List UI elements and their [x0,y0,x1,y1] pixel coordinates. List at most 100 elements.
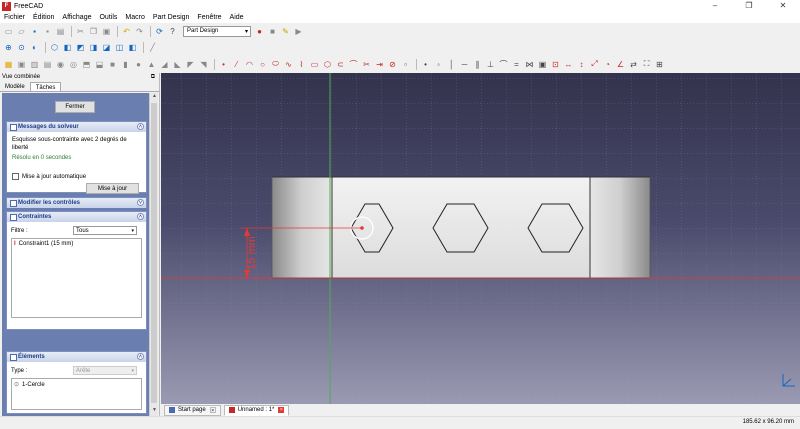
auto-update-checkbox[interactable] [12,173,19,180]
constraint-point-on-object-icon[interactable]: ◦ [433,59,444,70]
fit-all-icon[interactable]: ⊕ [3,42,14,53]
redo-icon[interactable]: ↷ [134,26,145,37]
print-icon[interactable]: ▤ [55,26,66,37]
menu-fenetre[interactable]: Fenêtre [193,12,225,23]
select-constraints-icon[interactable]: ⛶ [641,59,652,70]
paste-icon[interactable]: ▣ [101,26,112,37]
constraint-coincident-icon[interactable]: • [420,59,431,70]
constraint-radius-icon[interactable]: ◔ [602,59,613,70]
view-front-icon[interactable]: ◧ [62,42,73,53]
copy-icon[interactable]: ❐ [88,26,99,37]
constraint-tangent-icon[interactable]: ⌒ [498,59,509,70]
loft-icon[interactable]: ⬒ [81,59,92,70]
scrollbar-thumb[interactable] [151,103,157,403]
sphere-icon[interactable]: ● [133,59,144,70]
menu-macro[interactable]: Macro [121,12,148,23]
open-file-icon[interactable]: ▱ [16,26,27,37]
groove-icon[interactable]: ◎ [68,59,79,70]
save-as-icon[interactable]: ▪ [42,26,53,37]
sketch-polygon-icon[interactable]: ⬡ [322,59,333,70]
constraint-parallel-icon[interactable]: ∥ [472,59,483,70]
pad-icon[interactable]: ▥ [29,59,40,70]
map-sketch-icon[interactable]: ⊞ [654,59,665,70]
3d-viewport[interactable]: 15 mm [161,73,800,404]
view-right-icon[interactable]: ◨ [88,42,99,53]
workbench-selector[interactable]: Part Design [183,25,251,37]
scroll-down-icon[interactable]: ▼ [150,407,159,416]
draft-icon[interactable]: ◤ [185,59,196,70]
cylinder-icon[interactable]: ▮ [120,59,131,70]
maximize-button[interactable]: ❐ [732,0,766,12]
revolution-icon[interactable]: ◉ [55,59,66,70]
sketch-canvas[interactable]: 15 mm [161,73,800,404]
constraint-filter-select[interactable]: Tous ▾ [73,226,137,235]
constraint-horizontal-icon[interactable]: ─ [459,59,470,70]
constraints-list[interactable]: I Constraint1 (15 mm) [11,238,142,318]
constraint-symmetric-icon[interactable]: ⋈ [524,59,535,70]
undock-panel-icon[interactable]: ⧉ [151,73,155,82]
part-right-end[interactable] [590,177,650,278]
constraint-distance-icon[interactable]: ⤢ [589,59,600,70]
stop-macro-icon[interactable]: ■ [267,26,278,37]
menu-affichage[interactable]: Affichage [58,12,95,23]
thickness-icon[interactable]: ◥ [198,59,209,70]
create-sketch-icon[interactable]: ▦ [3,59,14,70]
close-window-button[interactable]: ✕ [766,0,800,12]
menu-edition[interactable]: Édition [29,12,58,23]
scroll-up-icon[interactable]: ▲ [150,93,159,102]
sketch-circle-icon[interactable]: ○ [257,59,268,70]
constraint-vertical-distance-icon[interactable]: ↕ [576,59,587,70]
menu-aide[interactable]: Aide [226,12,248,23]
sketch-conic-icon[interactable]: ⬭ [270,59,281,70]
sketch-line-icon[interactable]: ⁄ [231,59,242,70]
view-left-icon[interactable]: ◧ [127,42,138,53]
dimension-label[interactable]: 15 mm [246,236,258,270]
sketch-fillet-icon[interactable]: ⌒ [348,59,359,70]
collapse-chevron-icon[interactable]: ˄ [137,123,144,130]
elements-header[interactable]: Éléments ˄ [7,352,146,362]
part-center-face[interactable] [332,177,590,278]
constraint-equal-icon[interactable]: = [511,59,522,70]
constraint-perpendicular-icon[interactable]: ⊥ [485,59,496,70]
view-rear-icon[interactable]: ◪ [101,42,112,53]
list-item[interactable]: I Constraint1 (15 mm) [14,241,139,247]
sketch-point-icon[interactable]: • [218,59,229,70]
tab-tasks[interactable]: Tâches [29,82,62,91]
sketch-extend-icon[interactable]: ⇥ [374,59,385,70]
menu-fichier[interactable]: Fichier [0,12,29,23]
run-macro-icon[interactable]: ▶ [293,26,304,37]
measure-icon[interactable]: ╱ [147,42,158,53]
sketch-arc-icon[interactable]: ◠ [244,59,255,70]
tasks-scroll-area[interactable]: Fermer Messages du solveur ˄ Esquisse so… [2,93,158,416]
save-icon[interactable]: ▪ [29,26,40,37]
close-tab-icon[interactable]: × [209,407,216,414]
sketch-external-icon[interactable]: ⊘ [387,59,398,70]
edit-controls-header[interactable]: Modifier les contrôles ˅ [7,198,146,208]
toggle-driving-icon[interactable]: ⇄ [628,59,639,70]
record-macro-icon[interactable]: ● [254,26,265,37]
undo-icon[interactable]: ↶ [121,26,132,37]
constraint-block-icon[interactable]: ▣ [537,59,548,70]
minimize-button[interactable]: – [698,0,732,12]
sketch-construction-icon[interactable]: ▫ [400,59,411,70]
panel-scrollbar[interactable]: ▲ ▼ [149,93,158,416]
pipe-icon[interactable]: ⬓ [94,59,105,70]
new-file-icon[interactable]: ▭ [3,26,14,37]
chamfer-icon[interactable]: ◣ [172,59,183,70]
fit-selection-icon[interactable]: ⊙ [16,42,27,53]
view-bottom-icon[interactable]: ◫ [114,42,125,53]
solver-messages-header[interactable]: Messages du solveur ˄ [7,122,146,132]
sketch-bspline-icon[interactable]: ∿ [283,59,294,70]
fillet-icon[interactable]: ◢ [159,59,170,70]
view-top-icon[interactable]: ◩ [75,42,86,53]
whats-this-icon[interactable]: ? [167,26,178,37]
elements-list[interactable]: ⊙ 1-Cercle [11,378,142,410]
menu-part-design[interactable]: Part Design [149,12,194,23]
collapse-chevron-icon[interactable]: ˄ [137,353,144,360]
tab-model[interactable]: Modèle [0,82,30,91]
collapse-chevron-icon[interactable]: ˄ [137,213,144,220]
sketch-polyline-icon[interactable]: ⌇ [296,59,307,70]
part-left-end[interactable] [272,177,332,278]
refresh-icon[interactable]: ⟳ [154,26,165,37]
constraint-horizontal-distance-icon[interactable]: ↔ [563,59,574,70]
